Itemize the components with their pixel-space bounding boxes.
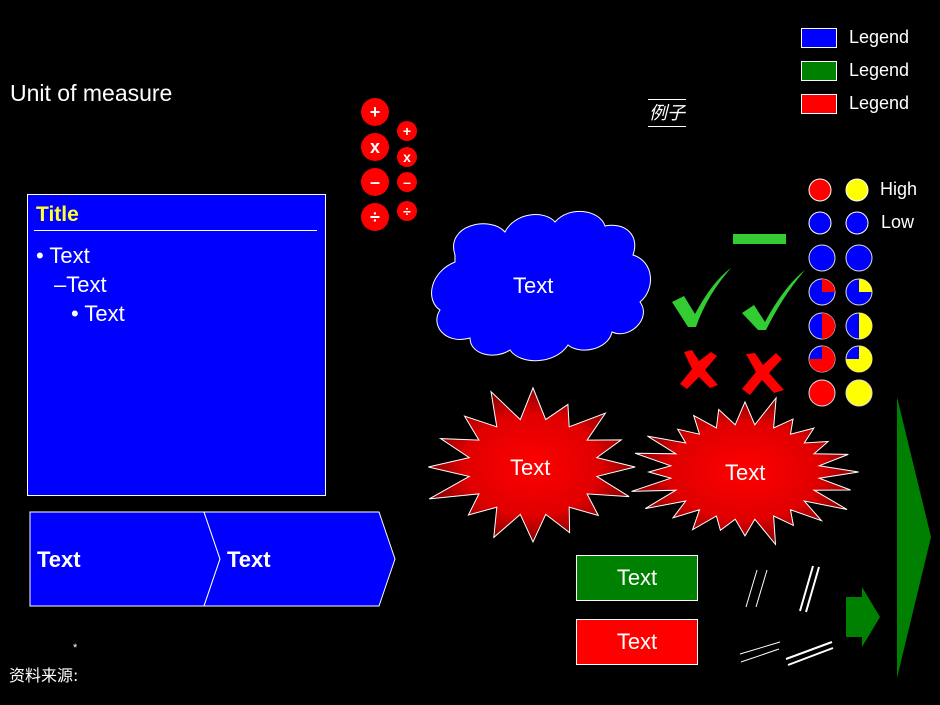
green-text-box[interactable]: Text (576, 555, 698, 601)
red-box-label: Text (616, 629, 658, 654)
thin-slash-lines (745, 569, 768, 608)
dash-icon (733, 234, 786, 244)
footnote-marker: * (73, 642, 78, 654)
thin-diagonal-lines (739, 641, 781, 663)
harvey-ball (845, 379, 873, 407)
harvey-ball (808, 244, 836, 272)
check-icon (672, 268, 731, 327)
source-label: 资料来源: (9, 666, 79, 685)
thick-diagonal-lines (785, 641, 834, 666)
harvey-low-yellow (845, 211, 869, 235)
harvey-ball-grid (808, 244, 873, 407)
harvey-ball-fill (822, 313, 835, 339)
burst1-text: Text (510, 455, 551, 480)
cloud-text: Text (513, 273, 554, 298)
red-text-box[interactable]: Text (576, 619, 698, 665)
harvey-high-red (808, 178, 832, 202)
harvey-ball (845, 244, 873, 272)
green-box-label: Text (616, 565, 658, 590)
burst2-text: Text (725, 460, 766, 485)
thick-slash-lines (799, 565, 820, 613)
harvey-ball-fill (859, 279, 872, 292)
harvey-ball-fill (859, 313, 872, 339)
harvey-ball (808, 379, 836, 407)
harvey-ball-fill (822, 279, 835, 292)
block-arrow-icon (846, 587, 880, 647)
check-icon (742, 270, 805, 330)
cross-icon (680, 350, 718, 389)
harvey-low-red (808, 211, 832, 235)
harvey-high-yellow (845, 178, 869, 202)
chevron2-text: Text (227, 547, 271, 572)
cross-icon (742, 353, 784, 395)
triangle-arrow-icon (897, 397, 931, 678)
shapes-canvas (29, 178, 931, 678)
chevron1-text: Text (37, 547, 81, 572)
